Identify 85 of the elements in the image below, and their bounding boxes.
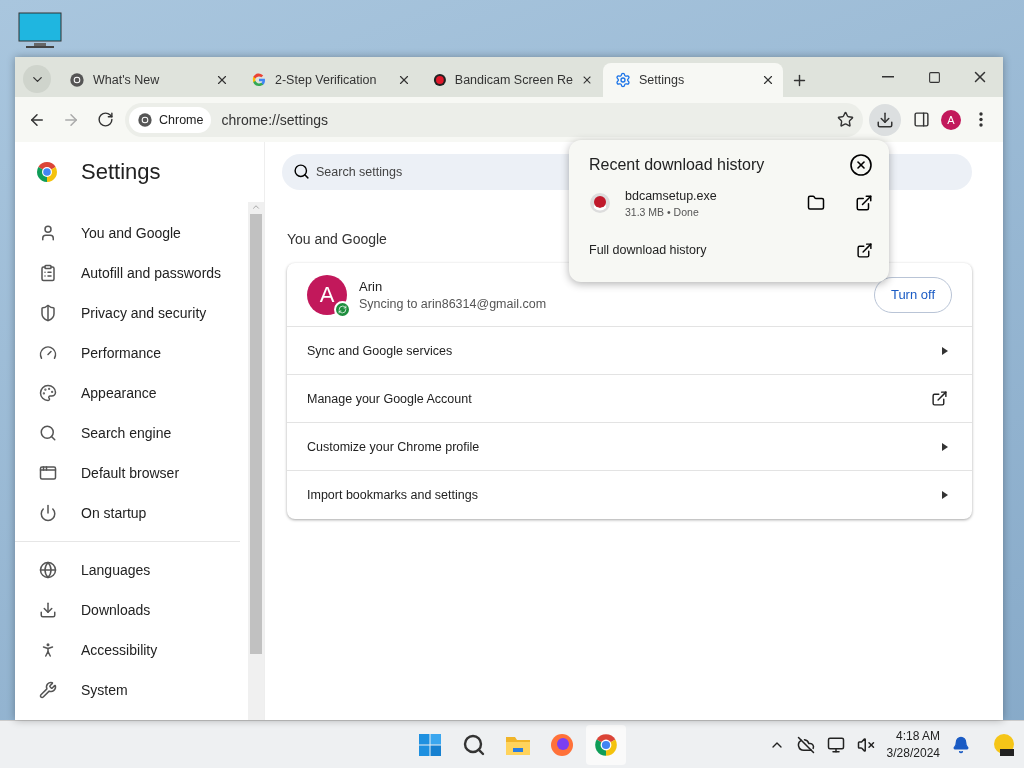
sync-status: Syncing to arin86314@gmail.com — [359, 296, 548, 311]
external-link-icon[interactable] — [855, 194, 873, 212]
turn-off-button[interactable]: Turn off — [873, 276, 952, 313]
scrollbar[interactable] — [248, 202, 264, 720]
menu-icon — [979, 112, 983, 127]
download-icon — [39, 601, 57, 619]
clipboard-icon — [39, 264, 57, 282]
browser-tab[interactable]: Settings — [603, 63, 783, 97]
folder-icon[interactable] — [807, 194, 825, 212]
close-icon[interactable] — [761, 73, 775, 87]
popup-title: Recent download history — [589, 156, 765, 174]
caret-icon — [942, 346, 948, 355]
reload-icon — [96, 111, 114, 128]
nav-item[interactable]: Autofill and passwords — [15, 253, 248, 293]
nav-item[interactable]: Privacy and security — [15, 293, 248, 333]
gauge-icon — [39, 344, 57, 362]
network-icon[interactable] — [826, 735, 845, 754]
download-icon — [876, 110, 894, 129]
nav-item[interactable]: Languages — [15, 550, 248, 590]
chrome-taskbar-button[interactable] — [586, 724, 626, 765]
external-link-icon[interactable] — [856, 241, 873, 259]
profile-avatar[interactable]: A — [941, 109, 961, 130]
gear-icon — [615, 72, 631, 88]
downloads-button[interactable] — [869, 103, 901, 136]
clock[interactable]: 4:18 AM 3/28/2024 — [886, 729, 940, 760]
google-logo-icon — [251, 72, 267, 88]
record-icon — [433, 72, 447, 88]
browser-tab[interactable]: What's New — [57, 63, 237, 97]
search-icon — [39, 424, 57, 442]
arrow-up-icon — [251, 202, 261, 212]
profile-avatar: A — [307, 274, 347, 315]
browser-tab[interactable]: Bandicam Screen Re — [421, 63, 601, 97]
nav-item[interactable]: Performance — [15, 333, 248, 373]
nav-item[interactable]: Search engine — [15, 413, 248, 453]
nav-item[interactable]: Downloads — [15, 590, 248, 630]
site-chip[interactable]: Chrome — [129, 106, 212, 133]
chrome-logo-icon — [69, 72, 85, 88]
search-icon — [462, 732, 486, 757]
star-icon — [836, 111, 854, 128]
browser-window-icon — [39, 464, 57, 482]
settings-row[interactable]: Import bookmarks and settings — [287, 471, 972, 519]
windows-logo-icon — [418, 732, 442, 757]
address-field[interactable]: chrome://settings — [221, 111, 821, 128]
caret-icon — [942, 491, 948, 499]
muted-speaker-icon[interactable] — [856, 735, 875, 754]
nav-item[interactable]: System — [15, 670, 248, 710]
close-icon[interactable] — [215, 73, 229, 87]
file-info: 31.3 MB • Done — [625, 205, 700, 218]
notification-bell-icon[interactable] — [952, 735, 970, 754]
globe-icon — [39, 561, 57, 579]
settings-row[interactable]: Customize your Chrome profile — [287, 423, 972, 471]
close-icon[interactable] — [849, 153, 873, 177]
file-name[interactable]: bdcamsetup.exe — [625, 188, 793, 203]
sync-badge-icon — [334, 300, 351, 318]
installer-icon — [589, 192, 611, 214]
minimize-icon — [882, 76, 894, 78]
side-panel-icon — [912, 111, 930, 128]
wrench-icon — [39, 681, 57, 699]
profile-name: Arin — [359, 278, 384, 294]
settings-row[interactable]: Sync and Google services — [287, 327, 972, 375]
shield-icon — [39, 304, 57, 322]
section-title: You and Google — [287, 231, 388, 247]
nav-item[interactable]: Default browser — [15, 453, 248, 493]
app-icon[interactable] — [992, 732, 1016, 757]
chrome-logo-icon — [137, 111, 153, 128]
search-icon — [293, 163, 310, 180]
monitor-icon[interactable] — [18, 12, 62, 50]
person-icon — [39, 224, 57, 242]
maximize-icon — [927, 70, 941, 84]
chrome-logo-icon — [35, 160, 59, 184]
nav-item[interactable]: On startup — [15, 493, 248, 533]
nav-item[interactable]: Appearance — [15, 373, 248, 413]
nav-item[interactable]: Accessibility — [15, 630, 248, 670]
settings-row[interactable]: Manage your Google Account — [287, 375, 972, 423]
full-history-link[interactable]: Full download history — [589, 243, 707, 257]
caret-icon — [942, 442, 948, 451]
cloud-off-icon[interactable] — [796, 735, 815, 754]
browser-tab[interactable]: 2-Step Verification — [239, 63, 419, 97]
power-icon — [39, 504, 57, 522]
nav-item[interactable]: You and Google — [15, 213, 248, 253]
external-link-icon — [931, 390, 948, 407]
palette-icon — [39, 384, 57, 402]
chrome-logo-icon — [593, 731, 619, 758]
page-title: Settings — [81, 159, 161, 185]
close-icon[interactable] — [397, 73, 411, 87]
